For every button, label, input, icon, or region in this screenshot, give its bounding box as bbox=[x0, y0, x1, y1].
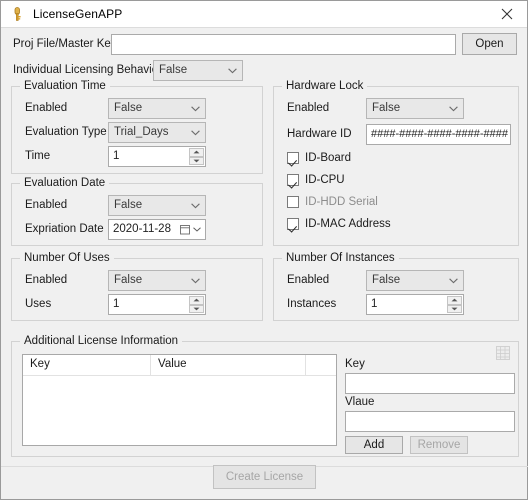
eval-date-enabled-value: False bbox=[114, 199, 143, 211]
expiration-date-picker[interactable]: 2020-11-28 bbox=[108, 219, 206, 240]
uses-value: 1 bbox=[113, 298, 120, 310]
checkbox-label: ID-Board bbox=[305, 152, 352, 164]
chevron-down-icon bbox=[191, 99, 200, 118]
stepper-up-icon[interactable] bbox=[447, 296, 462, 305]
hw-enabled-select[interactable]: False bbox=[366, 98, 464, 119]
hw-enabled-label: Enabled bbox=[287, 102, 330, 114]
eval-time-enabled-value: False bbox=[114, 102, 143, 114]
table-header-row: Key Value bbox=[23, 355, 336, 376]
checkbox-label: ID-CPU bbox=[305, 174, 345, 186]
eval-time-stepper[interactable]: 1 bbox=[108, 146, 206, 167]
individual-licensing-label: Individual Licensing Behaviour bbox=[13, 64, 169, 76]
individual-licensing-select[interactable]: False bbox=[153, 60, 243, 81]
checkbox-icon[interactable] bbox=[287, 196, 299, 208]
open-button[interactable]: Open bbox=[462, 33, 517, 55]
stepper-down-icon[interactable] bbox=[189, 156, 204, 165]
checkbox-id-hdd-serial[interactable]: ID-HDD Serial bbox=[287, 196, 378, 208]
eval-type-value: Trial_Days bbox=[114, 126, 169, 138]
stepper-buttons[interactable] bbox=[189, 148, 204, 165]
number-of-uses-title: Number Of Uses bbox=[20, 252, 114, 264]
number-of-uses-group: Number Of Uses Enabled False Uses 1 bbox=[11, 252, 263, 321]
number-of-instances-title: Number Of Instances bbox=[282, 252, 399, 264]
checkbox-icon[interactable] bbox=[287, 174, 299, 186]
hardware-lock-title: Hardware Lock bbox=[282, 80, 368, 92]
additional-info-table[interactable]: Key Value bbox=[22, 354, 337, 446]
stepper-buttons[interactable] bbox=[447, 296, 462, 313]
instances-enabled-select[interactable]: False bbox=[366, 270, 464, 291]
eval-type-label: Evaluation Type bbox=[25, 126, 107, 138]
chevron-down-icon bbox=[449, 271, 458, 290]
instances-enabled-label: Enabled bbox=[287, 274, 330, 286]
chevron-down-icon bbox=[449, 99, 458, 118]
hw-enabled-value: False bbox=[372, 102, 401, 114]
table-column-extra[interactable] bbox=[306, 355, 336, 375]
proj-file-label: Proj File/Master Key bbox=[13, 38, 117, 50]
table-grid-icon bbox=[496, 346, 510, 363]
instances-label: Instances bbox=[287, 298, 337, 310]
instances-stepper[interactable]: 1 bbox=[366, 294, 464, 315]
chevron-down-icon bbox=[228, 61, 237, 80]
evaluation-date-group: Evaluation Date Enabled False Expriation… bbox=[11, 177, 263, 246]
checkbox-id-mac-address[interactable]: ID-MAC Address bbox=[287, 218, 391, 230]
uses-stepper[interactable]: 1 bbox=[108, 294, 206, 315]
stepper-down-icon[interactable] bbox=[447, 304, 462, 313]
calendar-icon bbox=[180, 225, 190, 235]
hardware-lock-group: Hardware Lock Enabled False Hardware ID … bbox=[273, 80, 519, 246]
number-of-instances-group: Number Of Instances Enabled False Instan… bbox=[273, 252, 519, 321]
key-icon bbox=[9, 6, 25, 22]
evaluation-time-group: Evaluation Time Enabled False Evaluation… bbox=[11, 80, 263, 174]
uses-enabled-select[interactable]: False bbox=[108, 270, 206, 291]
key-input[interactable] bbox=[345, 373, 515, 394]
hardware-id-label: Hardware ID bbox=[287, 128, 352, 140]
expiration-date-label: Expriation Date bbox=[25, 223, 104, 235]
checkbox-label: ID-MAC Address bbox=[305, 218, 391, 230]
evaluation-date-title: Evaluation Date bbox=[20, 177, 110, 189]
value-field-label: Vlaue bbox=[345, 396, 375, 408]
remove-button: Remove bbox=[410, 436, 468, 454]
license-gen-window: LicenseGenAPP Proj File/Master Key Open … bbox=[0, 0, 528, 500]
calendar-dropdown[interactable] bbox=[180, 220, 201, 239]
additional-license-title: Additional License Information bbox=[20, 335, 183, 347]
create-license-button: Create License bbox=[213, 465, 316, 489]
eval-time-enabled-select[interactable]: False bbox=[108, 98, 206, 119]
eval-time-enabled-label: Enabled bbox=[25, 102, 68, 114]
chevron-down-icon bbox=[193, 227, 201, 232]
value-input[interactable] bbox=[345, 411, 515, 432]
individual-licensing-value: False bbox=[159, 64, 188, 76]
eval-date-enabled-select[interactable]: False bbox=[108, 195, 206, 216]
close-button[interactable] bbox=[487, 1, 527, 27]
eval-time-value: 1 bbox=[113, 150, 120, 162]
evaluation-time-title: Evaluation Time bbox=[20, 80, 110, 92]
chevron-down-icon bbox=[191, 271, 200, 290]
proj-file-input[interactable] bbox=[111, 34, 456, 55]
key-field-label: Key bbox=[345, 358, 365, 370]
chevron-down-icon bbox=[191, 123, 200, 142]
add-button[interactable]: Add bbox=[345, 436, 403, 454]
instances-enabled-value: False bbox=[372, 274, 401, 286]
stepper-down-icon[interactable] bbox=[189, 304, 204, 313]
checkbox-label: ID-HDD Serial bbox=[305, 196, 378, 208]
checkbox-icon[interactable] bbox=[287, 152, 299, 164]
uses-label: Uses bbox=[25, 298, 52, 310]
additional-license-information-group: Additional License Information Key Value… bbox=[11, 335, 519, 457]
hardware-id-input[interactable]: ####-####-####-####-#### bbox=[366, 124, 511, 145]
checkbox-icon[interactable] bbox=[287, 218, 299, 230]
eval-time-label: Time bbox=[25, 150, 51, 162]
stepper-up-icon[interactable] bbox=[189, 296, 204, 305]
title-bar: LicenseGenAPP bbox=[1, 1, 527, 28]
uses-enabled-label: Enabled bbox=[25, 274, 68, 286]
checkbox-id-board[interactable]: ID-Board bbox=[287, 152, 351, 164]
instances-value: 1 bbox=[371, 298, 378, 310]
chevron-down-icon bbox=[191, 196, 200, 215]
expiration-date-value: 2020-11-28 bbox=[113, 223, 171, 235]
eval-type-select[interactable]: Trial_Days bbox=[108, 122, 206, 143]
stepper-up-icon[interactable] bbox=[189, 148, 204, 157]
window-title: LicenseGenAPP bbox=[33, 7, 123, 21]
table-column-value[interactable]: Value bbox=[151, 355, 306, 375]
table-column-key[interactable]: Key bbox=[23, 355, 151, 375]
uses-enabled-value: False bbox=[114, 274, 143, 286]
stepper-buttons[interactable] bbox=[189, 296, 204, 313]
eval-date-enabled-label: Enabled bbox=[25, 199, 68, 211]
checkbox-id-cpu[interactable]: ID-CPU bbox=[287, 174, 345, 186]
